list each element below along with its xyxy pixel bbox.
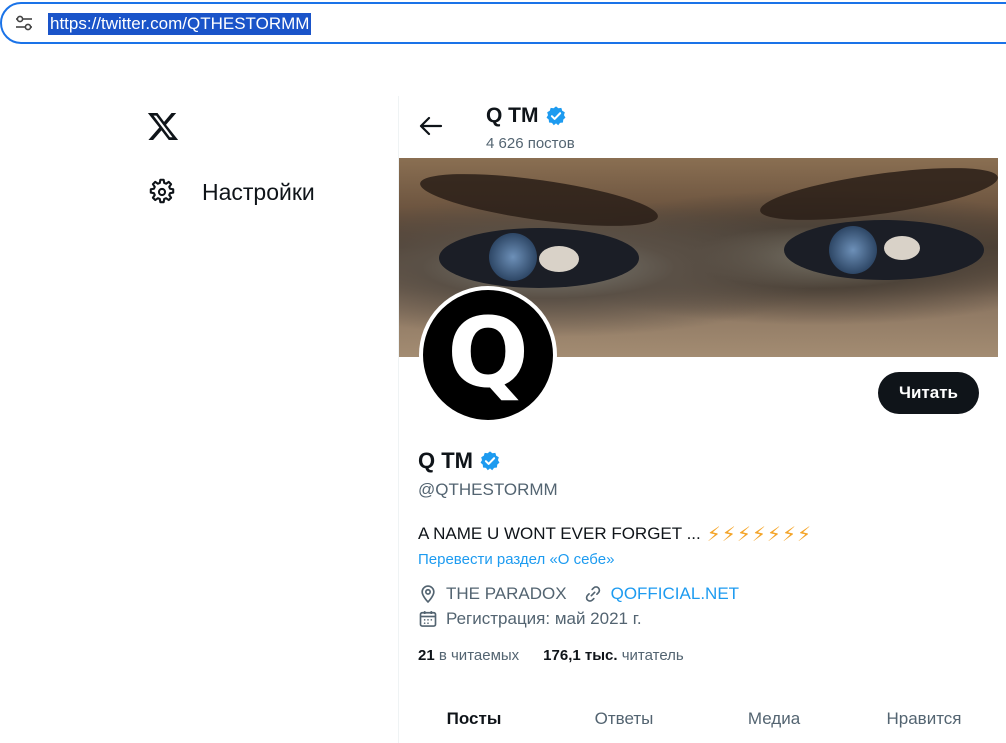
header-posts-count: 4 626 постов <box>486 135 575 152</box>
translate-bio-link[interactable]: Перевести раздел «О себе» <box>418 551 614 568</box>
url-text[interactable]: https://twitter.com/QTHESTORMM <box>48 13 312 35</box>
calendar-icon <box>419 611 437 627</box>
x-logo-icon[interactable] <box>146 110 180 143</box>
following-label: в читаемых <box>438 647 520 664</box>
profile-joined-row: Регистрация: май 2021 г. <box>418 609 642 629</box>
profile-meta-row: THE PARADOX QOFFICIAL.NET <box>418 584 739 604</box>
followers-label: читатель <box>621 647 684 664</box>
profile-column: Q TM 4 626 постов Q Читать Q TM @QTHESTO… <box>398 96 998 743</box>
follow-stats: 21 в читаемых 176,1 тыс. читатель <box>418 647 684 664</box>
bio-emoji: ⚡⚡⚡⚡⚡⚡⚡ <box>706 522 813 546</box>
back-arrow-icon[interactable] <box>419 116 443 136</box>
profile-header: Q TM 4 626 постов <box>399 96 999 158</box>
address-bar[interactable]: https://twitter.com/QTHESTORMM <box>0 2 1006 44</box>
header-name-text: Q TM <box>486 104 539 127</box>
tune-icon[interactable] <box>15 15 33 31</box>
verified-badge-icon <box>546 106 565 126</box>
profile-handle: @QTHESTORMM <box>418 480 558 499</box>
joined-text: Регистрация: май 2021 г. <box>446 609 642 628</box>
location-text: THE PARADOX <box>446 584 567 603</box>
link-icon <box>585 586 600 602</box>
verified-badge-icon[interactable] <box>479 450 501 472</box>
profile-name-text: Q TM <box>418 448 473 473</box>
followers-stat[interactable]: 176,1 тыс. читатель <box>543 647 684 664</box>
settings-label: Настройки <box>202 178 315 205</box>
gear-icon <box>149 178 175 204</box>
location-icon <box>421 585 435 604</box>
tab-posts[interactable]: Посты <box>399 696 549 742</box>
nav-item-settings[interactable]: Настройки <box>148 175 315 209</box>
avatar[interactable]: Q <box>419 286 557 424</box>
header-name: Q TM <box>486 104 567 128</box>
follow-button[interactable]: Читать <box>878 372 979 414</box>
profile-bio: A NAME U WONT EVER FORGET ... ⚡⚡⚡⚡⚡⚡⚡ <box>418 522 812 546</box>
bio-text: A NAME U WONT EVER FORGET ... <box>418 524 701 543</box>
avatar-letter: Q <box>447 297 529 409</box>
profile-name: Q TM <box>418 448 501 474</box>
tab-media[interactable]: Медиа <box>699 696 849 742</box>
following-count: 21 <box>418 647 435 664</box>
tab-likes[interactable]: Нравится <box>849 696 999 742</box>
followers-count: 176,1 тыс. <box>543 647 618 664</box>
following-stat[interactable]: 21 в читаемых <box>418 647 519 664</box>
tab-replies[interactable]: Ответы <box>549 696 699 742</box>
website-link[interactable]: QOFFICIAL.NET <box>611 584 739 604</box>
profile-tabs: Посты Ответы Медиа Нравится <box>399 696 999 742</box>
